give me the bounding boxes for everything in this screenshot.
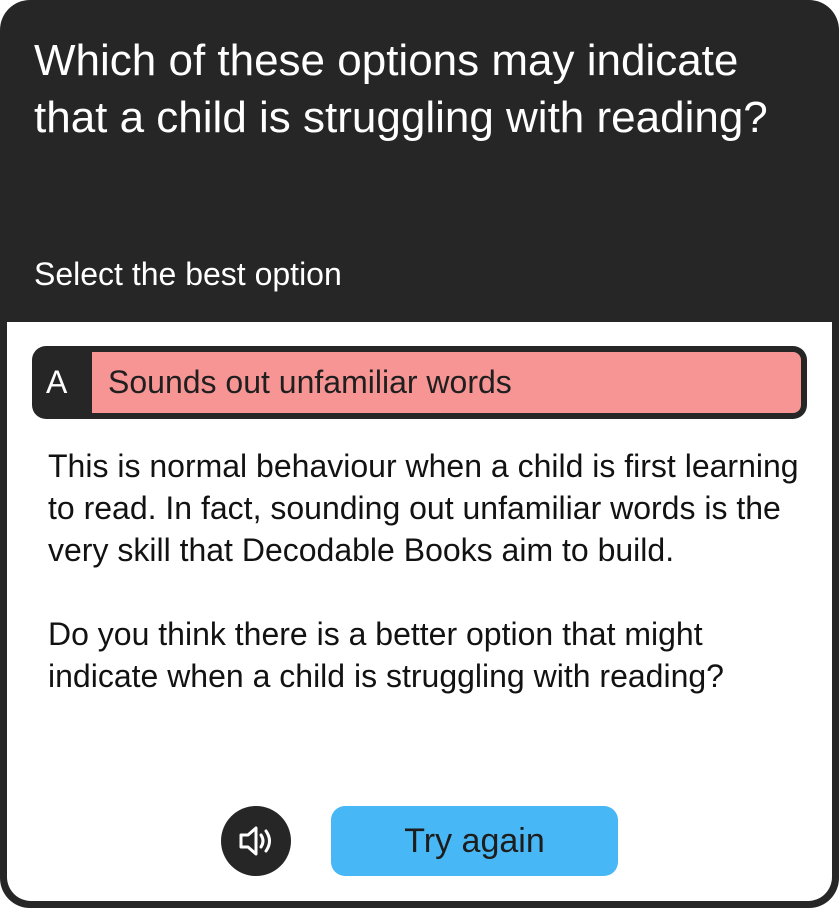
speaker-icon [239, 826, 271, 856]
option-a[interactable]: A Sounds out unfamiliar words [32, 346, 807, 419]
quiz-card: Which of these options may indicate that… [0, 0, 839, 908]
question-header: Which of these options may indicate that… [0, 0, 839, 322]
option-letter: A [46, 364, 68, 400]
feedback-paragraph: This is normal behaviour when a child is… [48, 448, 799, 568]
instruction-text: Select the best option [34, 256, 342, 292]
audio-button[interactable] [221, 806, 291, 876]
answer-panel: A Sounds out unfamiliar words This is no… [7, 322, 832, 901]
option-label: Sounds out unfamiliar words [92, 352, 801, 413]
try-again-button[interactable]: Try again [331, 806, 618, 876]
feedback-message: This is normal behaviour when a child is… [48, 445, 818, 697]
feedback-paragraph: Do you think there is a better option th… [48, 616, 724, 694]
question-text: Which of these options may indicate that… [34, 36, 768, 142]
